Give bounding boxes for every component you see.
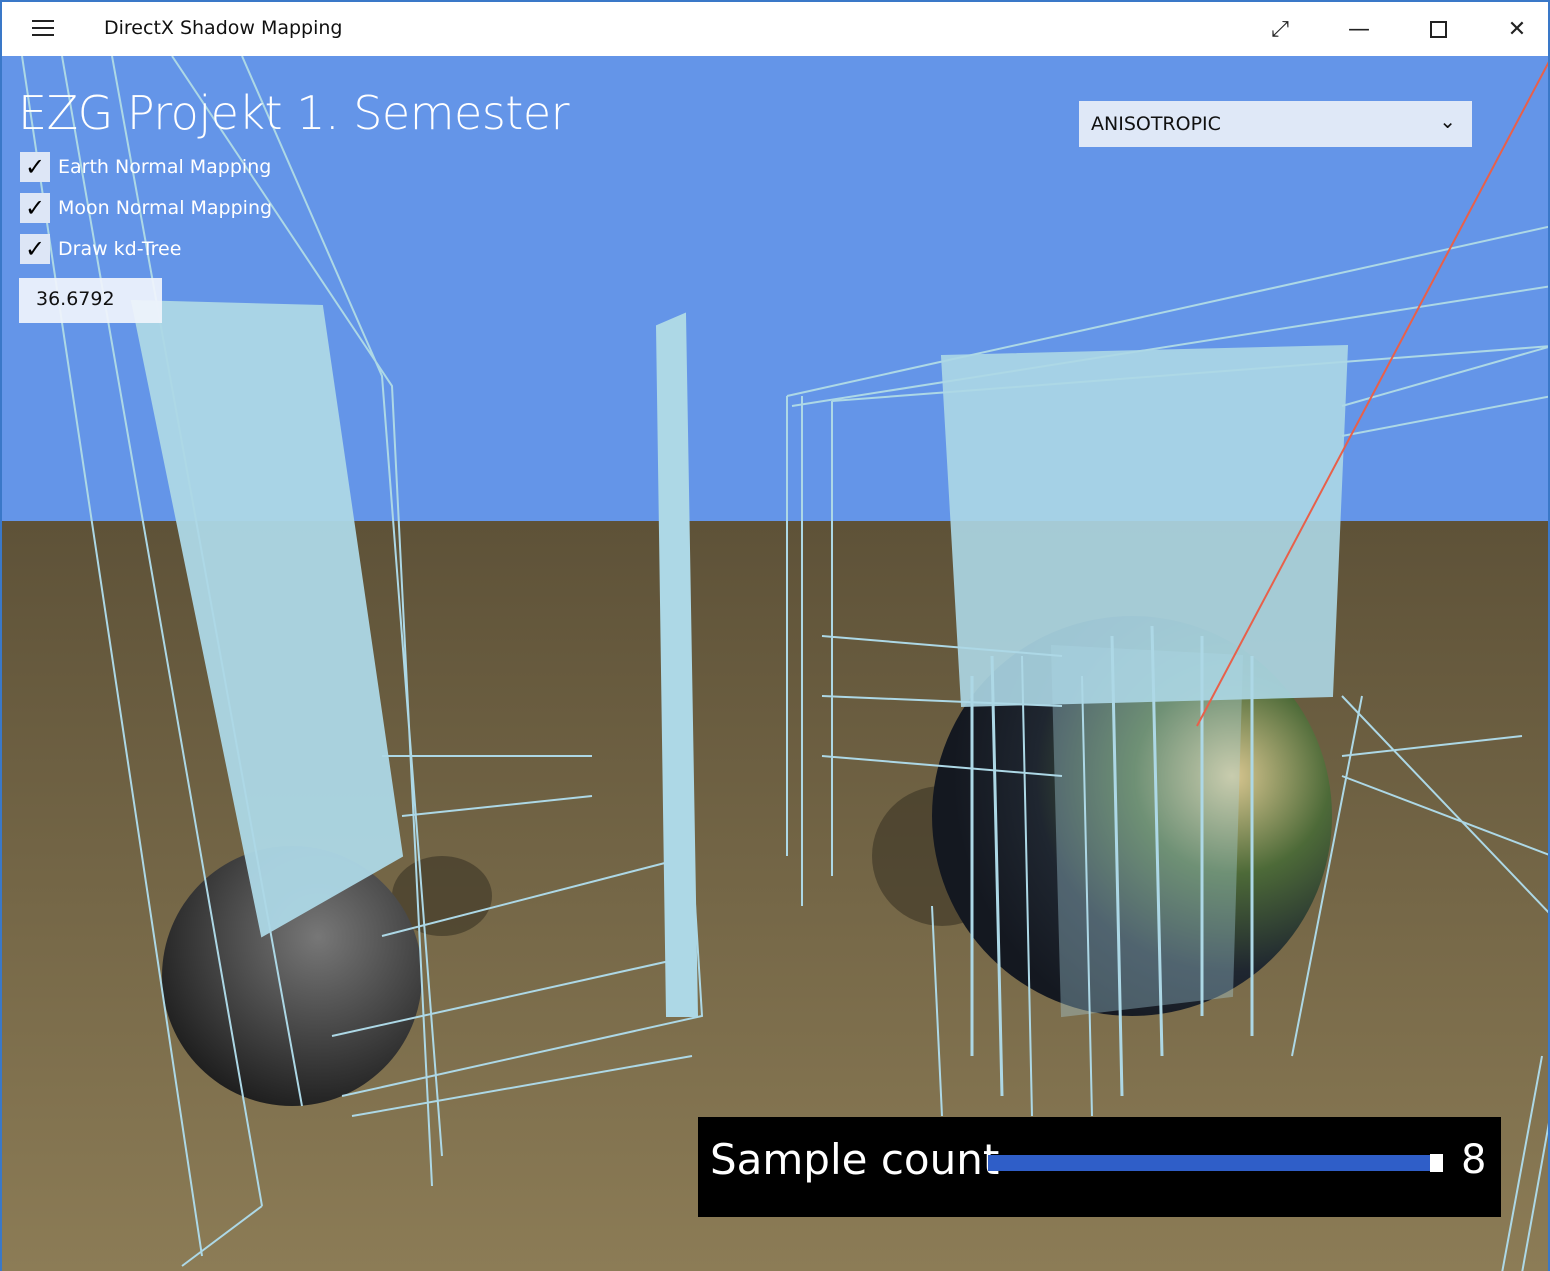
minimize-icon[interactable]: — bbox=[1339, 12, 1379, 46]
hamburger-menu-icon[interactable] bbox=[32, 20, 54, 36]
draw-kd-tree-checkbox[interactable]: ✓ Draw kd-Tree bbox=[20, 234, 181, 264]
value-textbox[interactable]: 36.6792 bbox=[19, 278, 162, 323]
checkmark-icon[interactable]: ✓ bbox=[20, 234, 50, 264]
maximize-icon[interactable] bbox=[1418, 12, 1458, 46]
slider-thumb[interactable] bbox=[1430, 1154, 1443, 1172]
checkbox-label: Moon Normal Mapping bbox=[58, 197, 273, 219]
chevron-down-icon: ⌄ bbox=[1439, 109, 1456, 133]
sample-count-panel: Sample count 8 bbox=[698, 1117, 1501, 1217]
moon-normal-mapping-checkbox[interactable]: ✓ Moon Normal Mapping bbox=[20, 193, 272, 223]
sample-count-label: Sample count bbox=[710, 1135, 1000, 1184]
checkmark-icon[interactable]: ✓ bbox=[20, 193, 50, 223]
checkmark-icon[interactable]: ✓ bbox=[20, 152, 50, 182]
3d-viewport[interactable] bbox=[2, 56, 1550, 1271]
window-title: DirectX Shadow Mapping bbox=[104, 17, 343, 39]
title-bar: DirectX Shadow Mapping ⤢ — ✕ bbox=[2, 2, 1548, 56]
sample-count-value: 8 bbox=[1461, 1137, 1487, 1183]
dropdown-selected: ANISOTROPIC bbox=[1091, 113, 1221, 135]
checkbox-label: Draw kd-Tree bbox=[58, 238, 182, 260]
close-icon[interactable]: ✕ bbox=[1497, 12, 1537, 46]
filter-dropdown[interactable]: ANISOTROPIC ⌄ bbox=[1079, 101, 1472, 147]
checkbox-label: Earth Normal Mapping bbox=[58, 156, 272, 178]
app-window: DirectX Shadow Mapping ⤢ — ✕ EZG Projekt… bbox=[0, 0, 1550, 1271]
app-heading: EZG Projekt 1. Semester bbox=[18, 86, 570, 140]
sample-count-slider[interactable] bbox=[988, 1155, 1443, 1171]
earth-normal-mapping-checkbox[interactable]: ✓ Earth Normal Mapping bbox=[20, 152, 271, 182]
fullscreen-icon[interactable]: ⤢ bbox=[1260, 12, 1300, 46]
